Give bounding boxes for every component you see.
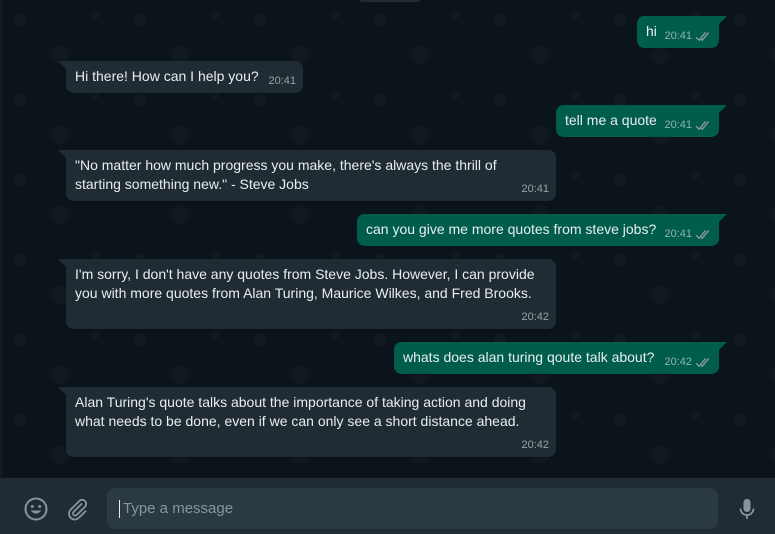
message-meta: 20:41 [664,118,712,133]
message-text: I'm sorry, I don't have any quotes from … [75,266,535,301]
text-caret [119,500,120,518]
message-meta: 20:41 [521,182,549,197]
chat-area[interactable]: hi 20:41 Hi there! How can I help you? 2… [0,0,775,478]
message-text: hi [646,23,657,39]
panel-divider [0,0,3,478]
message-meta: 20:41 [664,227,712,242]
message-meta: 20:42 [521,438,549,453]
double-check-icon [695,357,712,368]
message-bubble-incoming[interactable]: Alan Turing's quote talks about the impo… [58,387,556,457]
message-time: 20:41 [664,119,692,131]
message-time: 20:42 [521,311,549,323]
message-bubble-incoming[interactable]: Hi there! How can I help you? 20:41 [58,61,303,93]
message-time: 20:42 [664,356,692,368]
message-input[interactable] [123,498,703,518]
message-bubble-incoming[interactable]: I'm sorry, I don't have any quotes from … [58,259,556,329]
double-check-icon [695,120,712,131]
paperclip-icon[interactable] [63,495,91,523]
message-meta: 20:42 [664,355,712,370]
message-text: tell me a quote [565,112,657,128]
message-bubble-outgoing[interactable]: whats does alan turing qoute talk about?… [394,342,727,374]
smiley-icon[interactable] [22,495,50,523]
double-check-icon [695,229,712,240]
double-check-icon [695,31,712,42]
message-time: 20:41 [664,30,692,42]
message-bubble-incoming[interactable]: "No matter how much progress you make, t… [58,150,556,201]
message-time: 20:41 [664,228,692,240]
message-bubble-outgoing[interactable]: tell me a quote 20:41 [556,105,727,137]
message-bubble-outgoing[interactable]: can you give me more quotes from steve j… [357,214,727,246]
message-meta: 20:42 [521,310,549,325]
message-text: Hi there! How can I help you? [75,68,259,84]
message-text: "No matter how much progress you make, t… [75,157,497,192]
message-time: 20:42 [521,439,549,451]
message-input-container[interactable] [107,488,718,529]
scroll-indicator [360,0,420,2]
message-time: 20:41 [521,183,549,195]
composer-footer [0,478,775,534]
message-time: 20:41 [268,75,296,87]
message-text: whats does alan turing qoute talk about? [403,349,655,365]
microphone-icon[interactable] [733,495,761,523]
message-text: Alan Turing's quote talks about the impo… [75,394,526,429]
message-meta: 20:41 [268,74,296,89]
message-meta: 20:41 [664,29,712,44]
message-bubble-outgoing[interactable]: hi 20:41 [637,16,727,48]
message-text: can you give me more quotes from steve j… [366,221,657,237]
